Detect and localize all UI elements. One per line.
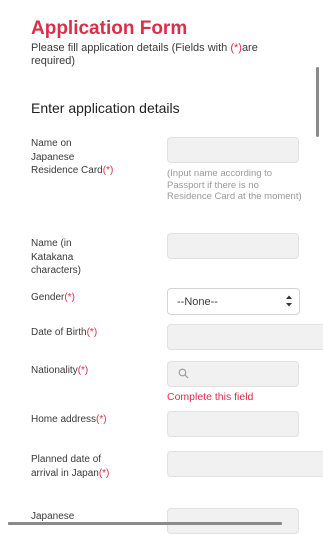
gender-select[interactable]: --None-- — [167, 288, 300, 315]
residence-name-label: Name on Japanese Residence Card(*) — [31, 137, 116, 178]
form-subtitle: Please fill application details (Fields … — [31, 42, 301, 68]
katakana-name-label: Name (in Katakana characters) — [31, 238, 82, 276]
required-marker: (*) — [96, 414, 107, 425]
subtitle-text: Please fill application details (Fields … — [31, 42, 231, 54]
home-address-input[interactable] — [167, 411, 299, 437]
required-marker: (*) — [230, 42, 242, 54]
required-marker: (*) — [77, 365, 89, 376]
residence-name-help: (Input name according to Passport if the… — [167, 168, 302, 202]
katakana-name-input[interactable] — [167, 233, 299, 259]
gender-label: Gender(*) — [31, 291, 116, 305]
residence-name-label-text: Name on Japanese Residence Card — [31, 138, 103, 176]
scrollbar-thumb[interactable] — [316, 67, 319, 137]
required-marker: (*) — [64, 292, 75, 303]
required-marker: (*) — [102, 165, 114, 176]
nationality-label: Nationality(*) — [31, 364, 116, 378]
search-icon — [178, 368, 189, 379]
dob-input[interactable] — [167, 324, 323, 350]
dob-label-text: Date of Birth — [31, 327, 87, 338]
japanese-input[interactable] — [167, 508, 299, 534]
arrival-date-input[interactable] — [167, 451, 323, 477]
gender-label-text: Gender — [31, 292, 65, 303]
gender-selected-value: --None-- — [177, 296, 218, 308]
required-marker: (*) — [98, 467, 110, 479]
home-address-label-text: Home address — [31, 414, 97, 425]
nationality-label-text: Nationality — [31, 365, 78, 376]
dob-label: Date of Birth(*) — [31, 326, 116, 340]
section-title: Enter application details — [31, 100, 180, 116]
arrival-date-label: Planned date of arrival in Japan(*) — [31, 453, 116, 480]
horizontal-scrollbar[interactable] — [8, 522, 282, 525]
nationality-search-input[interactable] — [167, 361, 299, 387]
residence-name-input[interactable] — [167, 137, 299, 163]
arrival-date-label-text: Planned date of arrival in Japan — [31, 454, 102, 479]
updown-arrows-icon — [286, 295, 292, 307]
nationality-error: Complete this field — [167, 391, 254, 403]
required-marker: (*) — [86, 327, 98, 338]
form-title: Application Form — [31, 18, 188, 39]
home-address-label: Home address(*) — [31, 413, 116, 427]
